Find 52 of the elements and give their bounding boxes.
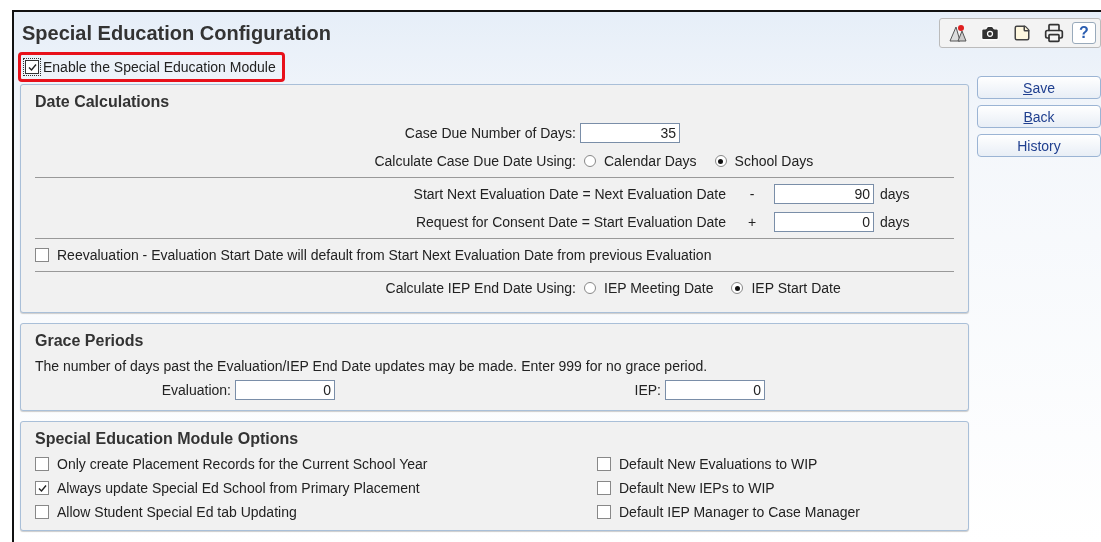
number-field[interactable]: 0 (235, 380, 335, 400)
checkbox[interactable] (35, 457, 49, 471)
field-label: Request for Consent Date = Start Evaluation Date (414, 214, 727, 230)
field-label: Calculate Case Due Date Using: (373, 153, 577, 169)
checkbox-label: Default New Evaluations to WIP (619, 456, 818, 472)
checkbox[interactable] (597, 481, 611, 495)
unit-label: days (880, 214, 910, 230)
checkbox-label: Always update Special Ed School from Primary Placement (57, 480, 420, 496)
help-button[interactable]: ? (1072, 22, 1096, 44)
radio-label: IEP Meeting Date (604, 280, 714, 296)
checkbox-label: Enable the Special Education Module (43, 59, 276, 75)
radio-button[interactable] (714, 155, 727, 167)
checkbox[interactable] (35, 505, 49, 519)
field-label: Evaluation: (160, 382, 232, 398)
checkbox[interactable] (35, 481, 49, 495)
radio-button[interactable] (584, 155, 596, 167)
checkbox-label: Reevaluation - Evaluation Start Date will default from Start Next Evaluation Date from previous Evaluation (57, 247, 712, 263)
description-text: The number of days past the Evaluation/IEP End Date updates may be made. Enter 999 for no grace period. (35, 358, 709, 374)
checkbox[interactable] (35, 248, 49, 262)
checkbox-label: Allow Student Special Ed tab Updating (57, 504, 297, 520)
field-label: Case Due Number of Days: (403, 125, 577, 141)
section-title: Date Calculations (35, 93, 171, 111)
section-title: Grace Periods (35, 332, 145, 350)
checkbox[interactable] (25, 60, 39, 74)
camera-icon (980, 23, 1000, 43)
checkbox[interactable] (597, 457, 611, 471)
radio-button[interactable] (731, 282, 744, 294)
number-field[interactable]: 0 (665, 380, 765, 400)
section-title: Special Education Module Options (35, 430, 300, 448)
radio-label: IEP Start Date (751, 280, 841, 296)
checkbox-label: Default IEP Manager to Case Manager (619, 504, 860, 520)
action-button[interactable]: Save (977, 76, 1101, 99)
page-title: Special Education Configuration (22, 21, 331, 45)
field-label: Calculate IEP End Date Using: (384, 280, 577, 296)
field-label: IEP: (633, 382, 662, 398)
radio-button[interactable] (584, 282, 596, 294)
checkbox-label: Only create Placement Records for the Current School Year (57, 456, 428, 472)
field-label: Start Next Evaluation Date = Next Evaluation Date (412, 186, 727, 202)
action-button[interactable]: History (977, 134, 1101, 157)
action-button[interactable]: Back (977, 105, 1101, 128)
unit-label: days (880, 186, 910, 202)
checkbox-label: Default New IEPs to WIP (619, 480, 775, 496)
number-field[interactable]: 90 (774, 184, 874, 204)
radio-label: Calendar Days (604, 153, 697, 169)
note-icon (1013, 24, 1031, 42)
checkbox[interactable] (597, 505, 611, 519)
radio-label: School Days (734, 153, 814, 169)
number-field[interactable]: 35 (580, 123, 680, 143)
number-field[interactable]: 0 (774, 212, 874, 232)
printer-icon (1044, 23, 1064, 43)
operator-sign: - (748, 186, 756, 202)
operator-sign: + (746, 214, 758, 230)
